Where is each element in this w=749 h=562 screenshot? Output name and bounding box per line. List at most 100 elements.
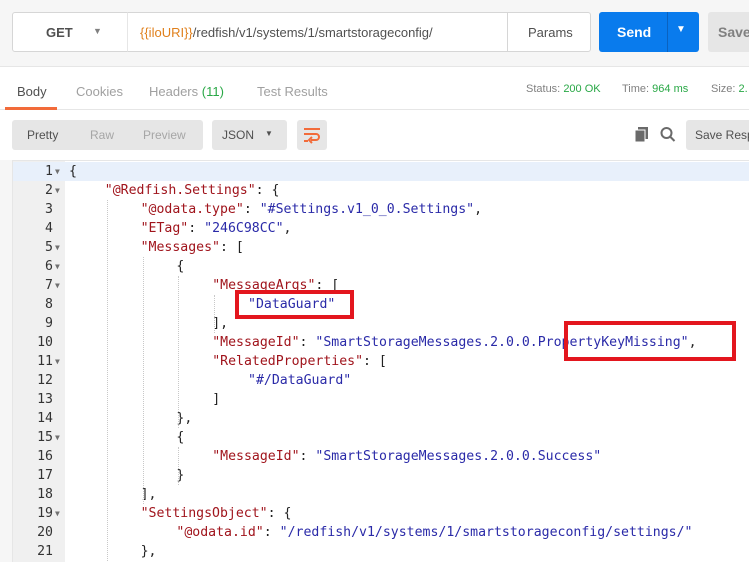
send-button[interactable]: Send ▼ xyxy=(599,12,699,52)
json-key: "SettingsObject" xyxy=(140,506,268,521)
line-number: 21 xyxy=(37,544,53,559)
format-label: JSON xyxy=(222,128,255,142)
code-line: 18], xyxy=(13,485,749,504)
code-line: 13] xyxy=(13,390,749,409)
view-mode-group: Pretty Raw Preview xyxy=(12,120,203,150)
fold-toggle-icon[interactable]: ▼ xyxy=(55,352,60,371)
params-label: Params xyxy=(528,25,573,40)
indent-guide xyxy=(106,200,108,561)
code-line: 20 "@odata.id": "/redfish/v1/systems/1/sm… xyxy=(13,523,749,542)
code-line: 4 "ETag": "246C98CC", xyxy=(13,219,749,238)
response-tabs: Body Cookies Headers (11) Test Results S… xyxy=(0,66,749,110)
size-readout: Size: 2. xyxy=(711,83,748,95)
line-number: 13 xyxy=(37,392,53,407)
json-string: "/redfish/v1/systems/1/smartstorageconfi… xyxy=(279,525,693,540)
json-string: "#Settings.v1_0_0.Settings" xyxy=(259,202,475,217)
url-text: {{iloURI}}/redfish/v1/systems/1/smartsto… xyxy=(140,25,433,40)
json-punct: : xyxy=(188,221,205,236)
send-options-chevron-icon[interactable]: ▼ xyxy=(676,24,686,35)
line-number: 12 xyxy=(37,373,53,388)
code-text: }, xyxy=(141,542,157,561)
json-punct: }, xyxy=(140,544,157,559)
fold-toggle-icon[interactable]: ▼ xyxy=(55,257,60,276)
tab-body[interactable]: Body xyxy=(17,84,47,99)
time-label: Time: xyxy=(622,83,650,95)
request-bar: GET ▼ {{iloURI}}/redfish/v1/systems/1/sm… xyxy=(0,0,749,66)
save-label: Save xyxy=(718,24,749,40)
json-punct: : xyxy=(299,335,316,350)
format-select[interactable]: JSON ▼ xyxy=(212,120,287,150)
json-key: "@odata.type" xyxy=(140,202,244,217)
json-key: "RelatedProperties" xyxy=(212,354,364,369)
json-punct: : xyxy=(263,525,280,540)
chevron-down-icon: ▼ xyxy=(93,26,102,36)
indent-guide xyxy=(142,257,144,504)
size-label: Size: xyxy=(711,83,736,95)
code-line: 3 "@odata.type": "#Settings.v1_0_0.Settin… xyxy=(13,200,749,219)
method-select[interactable]: GET ▼ xyxy=(12,12,128,52)
code-line: 7 ▼ "MessageArgs": [ xyxy=(13,276,749,295)
chevron-down-icon: ▼ xyxy=(265,129,273,138)
line-number: 8 xyxy=(45,297,53,312)
code-line: 6 ▼ { xyxy=(13,257,749,276)
method-label: GET xyxy=(46,25,73,40)
line-number: 7 xyxy=(45,278,53,293)
highlight-box-dataguard xyxy=(235,290,354,319)
line-number: 17 xyxy=(37,468,53,483)
response-body-editor[interactable]: 1 ▼{2 ▼ "@Redfish.Settings": {3 "@odata.type… xyxy=(12,160,749,562)
code-line: 8 "DataGuard" xyxy=(13,295,749,314)
code-line: 16 "MessageId": "SmartStorageMessages.2.0… xyxy=(13,447,749,466)
fold-toggle-icon[interactable]: ▼ xyxy=(55,181,60,200)
tab-test-results[interactable]: Test Results xyxy=(257,84,328,99)
json-key: "MessageId" xyxy=(212,335,300,350)
raw-button[interactable]: Raw xyxy=(90,128,114,142)
json-punct: , xyxy=(283,221,292,236)
save-button[interactable]: Save xyxy=(708,12,749,52)
fold-toggle-icon[interactable]: ▼ xyxy=(55,238,60,257)
preview-button[interactable]: Preview xyxy=(143,128,186,142)
line-number: 6 xyxy=(45,259,53,274)
code-text: "MessageId": "SmartStorageMessages.2.0.0… xyxy=(212,447,601,466)
line-number: 1 xyxy=(45,164,53,179)
line-number: 10 xyxy=(37,335,53,350)
line-number: 3 xyxy=(45,202,53,217)
tab-headers-label: Headers xyxy=(149,84,199,99)
code-text: "RelatedProperties": [ xyxy=(212,352,387,371)
fold-toggle-icon[interactable]: ▼ xyxy=(55,504,60,523)
tab-headers[interactable]: Headers (11) xyxy=(149,84,224,99)
code-text: ] xyxy=(212,390,220,409)
json-string: "#/DataGuard" xyxy=(248,373,352,388)
fold-toggle-icon[interactable]: ▼ xyxy=(55,428,60,447)
code-text: "ETag": "246C98CC", xyxy=(141,219,292,238)
send-label: Send xyxy=(617,24,652,40)
indent-guide xyxy=(178,447,180,485)
time-value: 964 ms xyxy=(652,83,689,95)
pretty-button[interactable]: Pretty xyxy=(27,128,58,142)
json-key: "ETag" xyxy=(140,221,189,236)
code-line: 19 ▼ "SettingsObject": { xyxy=(13,504,749,523)
code-text: { xyxy=(176,428,184,447)
line-number: 20 xyxy=(37,525,53,540)
code-text: "@Redfish.Settings": { xyxy=(105,181,280,200)
line-number: 5 xyxy=(45,240,53,255)
json-punct: { xyxy=(176,430,185,445)
copy-icon[interactable] xyxy=(634,126,650,144)
fold-toggle-icon[interactable]: ▼ xyxy=(55,276,60,295)
fold-toggle-icon[interactable]: ▼ xyxy=(55,162,60,181)
line-number: 15 xyxy=(37,430,53,445)
json-punct: { xyxy=(69,164,77,179)
url-variable: {{iloURI}} xyxy=(140,25,193,40)
json-punct: : xyxy=(299,449,316,464)
json-key: "Messages" xyxy=(140,240,220,255)
line-number: 2 xyxy=(45,183,53,198)
search-icon[interactable] xyxy=(660,126,676,144)
url-input[interactable]: {{iloURI}}/redfish/v1/systems/1/smartsto… xyxy=(127,12,508,52)
tab-cookies[interactable]: Cookies xyxy=(76,84,123,99)
status-label: Status: xyxy=(526,83,561,95)
save-response-button[interactable]: Save Resp xyxy=(686,120,749,150)
wrap-lines-button[interactable] xyxy=(297,120,327,150)
json-punct: ] xyxy=(212,392,221,407)
code-text: "@odata.type": "#Settings.v1_0_0.Setting… xyxy=(141,200,482,219)
params-button[interactable]: Params xyxy=(507,12,591,52)
send-divider xyxy=(667,12,668,52)
